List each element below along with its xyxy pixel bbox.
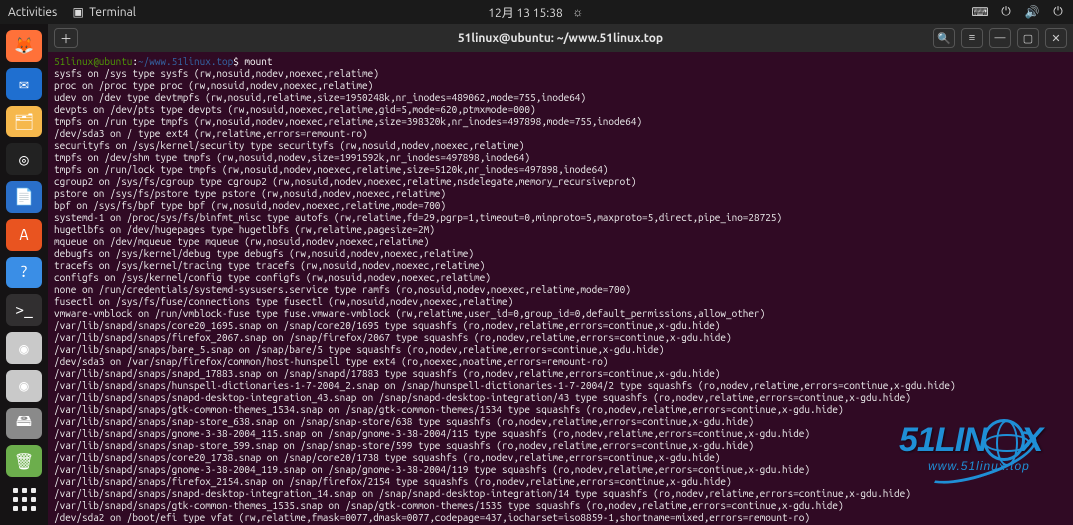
- close-button[interactable]: ✕: [1045, 28, 1067, 48]
- output-line: /var/lib/snapd/snaps/firefox_2154.snap o…: [54, 476, 1067, 488]
- disc2-icon[interactable]: ◉: [6, 370, 42, 402]
- output-line: /var/lib/snapd/snaps/gtk-common-themes_1…: [54, 500, 1067, 512]
- menu-button[interactable]: ≡: [961, 28, 983, 48]
- prompt-line: 51linux@ubuntu:~/www.51linux.top$ mount: [54, 56, 1067, 68]
- output-line: /var/lib/snapd/snaps/core20_1738.snap on…: [54, 452, 1067, 464]
- terminal-window: ＋ 51linux@ubuntu: ~/www.51linux.top 🔍 ≡ …: [48, 24, 1073, 525]
- app-menu[interactable]: ▣ Terminal: [71, 5, 136, 19]
- output-line: /dev/sda2 on /boot/efi type vfat (rw,rel…: [54, 512, 1067, 524]
- writer-icon[interactable]: 📄: [6, 181, 42, 213]
- output-line: udev on /dev type devtmpfs (rw,nosuid,re…: [54, 92, 1067, 104]
- output-line: vmware-vmblock on /run/vmblock-fuse type…: [54, 308, 1067, 320]
- volume-icon[interactable]: 🔊: [1025, 5, 1039, 19]
- maximize-icon: ▢: [1023, 32, 1033, 45]
- hamburger-icon: ≡: [969, 32, 975, 44]
- activities-button[interactable]: Activities: [8, 6, 57, 19]
- output-line: /dev/sda3 on / type ext4 (rw,relatime,er…: [54, 128, 1067, 140]
- input-source-icon[interactable]: ⌨: [973, 5, 987, 19]
- output-line: /var/lib/snapd/snaps/snapd-desktop-integ…: [54, 392, 1067, 404]
- output-line: /var/lib/snapd/snaps/gtk-common-themes_1…: [54, 404, 1067, 416]
- notifications-icon[interactable]: ☼: [571, 5, 585, 19]
- gnome-topbar: Activities ▣ Terminal 12月 13 15:38 ☼ ⌨ ⏻…: [0, 0, 1073, 24]
- output-line: tmpfs on /dev/shm type tmpfs (rw,nosuid,…: [54, 152, 1067, 164]
- minimize-icon: —: [995, 32, 1006, 44]
- window-titlebar: ＋ 51linux@ubuntu: ~/www.51linux.top 🔍 ≡ …: [48, 24, 1073, 52]
- output-line: cgroup2 on /sys/fs/cgroup type cgroup2 (…: [54, 176, 1067, 188]
- output-line: hugetlbfs on /dev/hugepages type hugetlb…: [54, 224, 1067, 236]
- output-line: fusectl on /sys/fs/fuse/connections type…: [54, 296, 1067, 308]
- maximize-button[interactable]: ▢: [1017, 28, 1039, 48]
- prompt-userhost: 51linux@ubuntu: [54, 56, 132, 67]
- clock[interactable]: 12月 13 15:38: [488, 4, 563, 21]
- output-line: none on /run/credentials/systemd-sysuser…: [54, 284, 1067, 296]
- window-title: 51linux@ubuntu: ~/www.51linux.top: [458, 32, 663, 45]
- disc1-icon[interactable]: ◉: [6, 332, 42, 364]
- output-line: /var/lib/snapd/snaps/gnome-3-38-2004_119…: [54, 464, 1067, 476]
- app-menu-label: Terminal: [89, 6, 136, 19]
- terminal-icon: ▣: [71, 5, 85, 19]
- output-line: /var/lib/snapd/snaps/snapd_17883.snap on…: [54, 368, 1067, 380]
- thunderbird-icon[interactable]: ✉: [6, 68, 42, 100]
- output-line: tmpfs on /run type tmpfs (rw,nosuid,node…: [54, 116, 1067, 128]
- network-icon[interactable]: ⏻: [999, 5, 1013, 19]
- help-icon[interactable]: ?: [6, 257, 42, 289]
- output-line: /var/lib/snapd/snaps/snap-store_599.snap…: [54, 440, 1067, 452]
- command-text: mount: [244, 56, 272, 67]
- new-tab-button[interactable]: ＋: [54, 28, 78, 48]
- terminal-body[interactable]: 51linux@ubuntu:~/www.51linux.top$ mounts…: [48, 52, 1073, 525]
- dock: 🦊 ✉ 🗂 ◎ 📄 A? >_ ◉ ◉ 🖴 🗑: [0, 24, 48, 525]
- output-line: securityfs on /sys/kernel/security type …: [54, 140, 1067, 152]
- software-icon[interactable]: A: [6, 219, 42, 251]
- output-line: sysfs on /sys type sysfs (rw,nosuid,node…: [54, 68, 1067, 80]
- search-icon: 🔍: [937, 32, 951, 45]
- output-line: /var/lib/snapd/snaps/core20_1695.snap on…: [54, 320, 1067, 332]
- close-icon: ✕: [1051, 32, 1060, 45]
- output-line: tmpfs on /run/lock type tmpfs (rw,nosuid…: [54, 164, 1067, 176]
- firefox-icon[interactable]: 🦊: [6, 30, 42, 62]
- output-line: debugfs on /sys/kernel/debug type debugf…: [54, 248, 1067, 260]
- output-line: configfs on /sys/kernel/config type conf…: [54, 272, 1067, 284]
- search-button[interactable]: 🔍: [933, 28, 955, 48]
- output-line: pstore on /sys/fs/pstore type pstore (rw…: [54, 188, 1067, 200]
- output-line: systemd-1 on /proc/sys/fs/binfmt_misc ty…: [54, 212, 1067, 224]
- output-line: mqueue on /dev/mqueue type mqueue (rw,no…: [54, 236, 1067, 248]
- output-line: devpts on /dev/pts type devpts (rw,nosui…: [54, 104, 1067, 116]
- output-line: /var/lib/snapd/snaps/bare_5.snap on /sna…: [54, 344, 1067, 356]
- output-line: /var/lib/snapd/snaps/gnome-3-38-2004_115…: [54, 428, 1067, 440]
- files-icon[interactable]: 🗂: [6, 106, 42, 138]
- output-line: /var/lib/snapd/snaps/snapd-desktop-integ…: [54, 488, 1067, 500]
- output-line: /var/lib/snapd/snaps/hunspell-dictionari…: [54, 380, 1067, 392]
- output-line: /var/lib/snapd/snaps/snap-store_638.snap…: [54, 416, 1067, 428]
- output-line: bpf on /sys/fs/bpf type bpf (rw,nosuid,n…: [54, 200, 1067, 212]
- rhythmbox-icon[interactable]: ◎: [6, 143, 42, 175]
- output-line: tracefs on /sys/kernel/tracing type trac…: [54, 260, 1067, 272]
- output-line: /dev/sda3 on /var/snap/firefox/common/ho…: [54, 356, 1067, 368]
- prompt-path: ~/www.51linux.top: [138, 56, 233, 67]
- output-line: proc on /proc type proc (rw,nosuid,nodev…: [54, 80, 1067, 92]
- trash-icon[interactable]: 🗑: [6, 445, 42, 477]
- minimize-button[interactable]: —: [989, 28, 1011, 48]
- volume-icon[interactable]: 🖴: [6, 408, 42, 440]
- output-line: /var/lib/snapd/snaps/firefox_2067.snap o…: [54, 332, 1067, 344]
- terminal-icon[interactable]: >_: [6, 294, 42, 326]
- show-applications-button[interactable]: [6, 483, 42, 515]
- power-icon[interactable]: ⏻: [1051, 5, 1065, 19]
